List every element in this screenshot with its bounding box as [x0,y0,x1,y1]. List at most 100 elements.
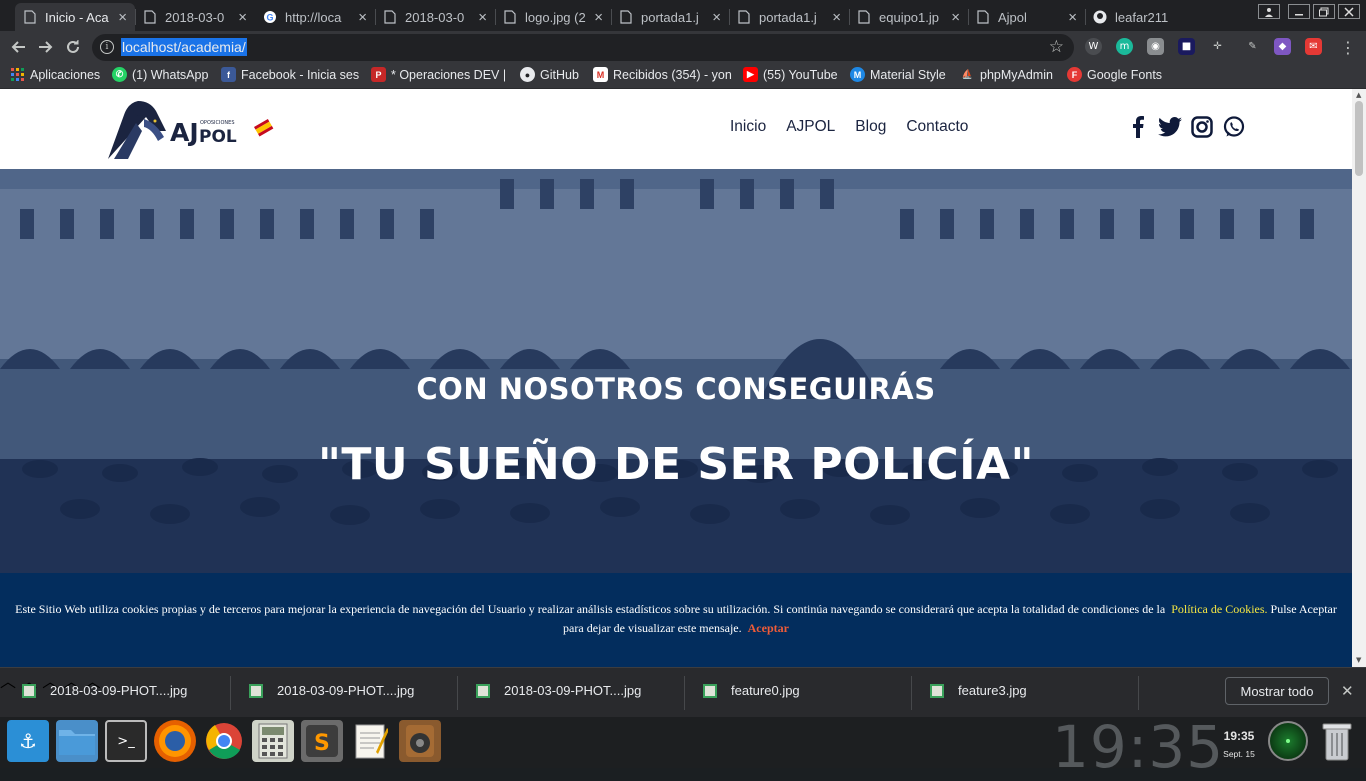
cookie-policy-link[interactable]: Política de Cookies. [1171,602,1267,616]
url-text[interactable]: localhost/academia/ [121,38,247,56]
close-icon[interactable]: × [951,9,960,26]
nav-ajpol[interactable]: AJPOL [786,118,835,136]
radar-widget-icon[interactable] [1268,721,1308,761]
tab-portada1-a[interactable]: portada1.j × [611,3,729,31]
close-icon[interactable]: × [118,9,127,26]
folder-icon[interactable] [56,720,98,762]
bookmark-google-fonts[interactable]: F Google Fonts [1067,67,1162,82]
download-separator [230,676,231,710]
sublime-icon[interactable]: S [301,720,343,762]
desktop-clock: 19:35 [1052,713,1225,781]
nav-inicio[interactable]: Inicio [730,118,766,136]
tab-inicio[interactable]: Inicio - Aca × [15,3,135,31]
tab-separator [849,9,850,25]
terminal-icon[interactable]: >_ [105,720,147,762]
tab-logo[interactable]: logo.jpg (2 × [495,3,611,31]
site-logo[interactable]: AJ POL OPOSICIONES [106,97,276,159]
firefox-icon[interactable] [154,720,196,762]
text-editor-icon[interactable] [350,720,392,762]
anchor-icon[interactable]: ⚓ [7,720,49,762]
tab-github[interactable]: leafar211 [1085,3,1185,31]
close-icon[interactable]: × [712,9,721,26]
tab-localhost[interactable]: G http://loca × [255,3,375,31]
download-item[interactable]: feature3.jpg [930,683,1027,698]
page-scrollbar[interactable]: ▲ ▼ [1352,89,1366,667]
bookmark-facebook[interactable]: f Facebook - Inicia ses [221,67,359,82]
twitter-icon[interactable] [1158,115,1182,139]
move-ext-icon[interactable]: ✛ [1209,38,1226,55]
bookmark-aplicaciones[interactable]: Aplicaciones [10,67,100,82]
tab-2018-03-2[interactable]: 2018-03-0 × [375,3,495,31]
download-item[interactable]: 2018-03-09-PHOT....jpg [22,683,187,698]
nav-blog[interactable]: Blog [855,118,886,136]
svg-text:G: G [267,13,274,23]
tab-separator [729,9,730,25]
trash-icon[interactable] [1320,720,1354,762]
back-icon[interactable] [8,37,28,57]
square-ext-icon[interactable]: ■ [1178,38,1195,55]
m-ext-icon[interactable]: m [1116,38,1133,55]
close-icon[interactable]: × [478,9,487,26]
download-separator [911,676,912,710]
menu-icon[interactable]: ⋮ [1338,37,1358,57]
bookmark-material-style[interactable]: M Material Style [850,67,946,82]
bookmark-youtube[interactable]: ▶ (55) YouTube [743,67,838,82]
calculator-icon[interactable] [252,720,294,762]
page-icon [619,10,633,24]
close-downloads-icon[interactable]: ✕ [1341,682,1354,700]
tab-separator [495,9,496,25]
system-clock[interactable]: 19:35 Sept. 15 [1214,729,1264,759]
whatsapp-icon[interactable] [1222,115,1246,139]
downloads-bar: 2018-03-09-PHOT....jpg ︿ 2018-03-09-PHOT… [0,667,1366,717]
main-nav: Inicio AJPOL Blog Contacto [730,118,968,136]
tab-equipo1[interactable]: equipo1.jp × [849,3,968,31]
info-icon[interactable]: i [100,40,114,54]
download-item[interactable]: 2018-03-09-PHOT....jpg [249,683,414,698]
minimize-icon[interactable] [1288,4,1310,19]
scroll-down-icon[interactable]: ▼ [1356,656,1361,664]
scroll-up-icon[interactable]: ▲ [1356,91,1361,99]
eyedropper-ext-icon[interactable]: ✎ [1244,38,1261,55]
chrome-icon[interactable] [203,720,245,762]
bookmark-phpmyadmin[interactable]: ⛵ phpMyAdmin [960,67,1053,82]
facebook-icon[interactable] [1126,115,1150,139]
tab-2018-03-1[interactable]: 2018-03-0 × [135,3,255,31]
red-ext-icon[interactable]: ✉ [1305,38,1322,55]
close-icon[interactable]: × [594,9,603,26]
audio-icon[interactable] [399,720,441,762]
chevron-up-icon[interactable]: ︿ [0,672,16,691]
window-close-icon[interactable] [1338,4,1360,19]
bookmark-whatsapp[interactable]: ✆ (1) WhatsApp [112,67,208,82]
close-icon[interactable]: × [358,9,367,26]
download-item[interactable]: feature0.jpg [703,683,800,698]
bookmark-gmail[interactable]: M Recibidos (354) - yon [593,67,733,82]
forward-icon[interactable] [36,37,56,57]
close-icon[interactable]: × [238,9,247,26]
hero-subtitle: CON NOSOTROS CONSEGUIRÁS [416,372,936,406]
scrollbar-thumb[interactable] [1355,101,1363,176]
download-item[interactable]: 2018-03-09-PHOT....jpg [476,683,641,698]
restore-icon[interactable] [1313,4,1335,19]
tab-separator [1085,9,1086,25]
bookmark-star-icon[interactable]: ☆ [1049,37,1064,57]
cookie-accept-button[interactable]: Aceptar [748,621,789,635]
tab-ajpol[interactable]: Ajpol × [968,3,1085,31]
desktop-taskbar: ⚓ >_ S 19:35 19:35 Sept. 15 [0,713,1366,781]
apps-grid-icon [10,67,25,82]
image-file-icon [703,683,717,698]
wordpress-ext-icon[interactable]: W [1085,38,1102,55]
close-icon[interactable]: × [1068,9,1077,26]
camera-ext-icon[interactable]: ◉ [1147,38,1164,55]
address-bar[interactable]: i localhost/academia/ ☆ [92,34,1074,61]
close-icon[interactable]: × [832,9,841,26]
reload-icon[interactable] [63,37,83,57]
nav-contacto[interactable]: Contacto [906,118,968,136]
svg-text:S: S [314,731,330,756]
show-all-button[interactable]: Mostrar todo [1225,677,1329,705]
color-ext-icon[interactable]: ◆ [1274,38,1291,55]
profile-icon[interactable] [1258,4,1280,19]
tab-portada1-b[interactable]: portada1.j × [729,3,849,31]
bookmark-operaciones[interactable]: P * Operaciones DEV | [371,67,509,82]
bookmark-github[interactable]: ● GitHub [520,67,579,82]
instagram-icon[interactable] [1190,115,1214,139]
